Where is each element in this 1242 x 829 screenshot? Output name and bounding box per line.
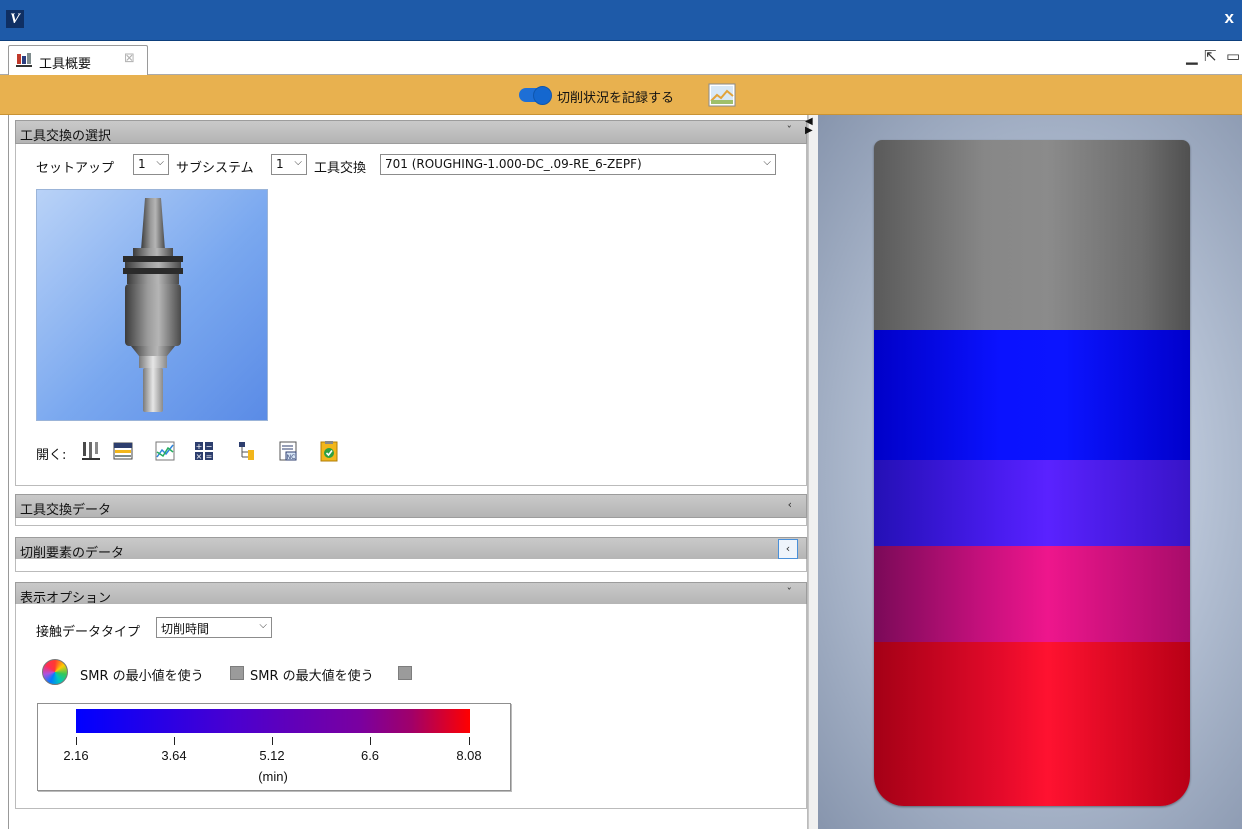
legend-tick — [469, 737, 470, 745]
section-tool-change-data[interactable]: 工具交換データ ‹ — [15, 494, 807, 518]
svg-text:+: + — [196, 442, 203, 451]
record-cutting-toggle[interactable] — [519, 86, 552, 105]
contact-type-value: 切削時間 — [161, 622, 210, 636]
chevron-down-icon: ⌵ — [156, 157, 164, 168]
nc-report-icon[interactable]: NC — [277, 440, 299, 462]
chevron-down-icon: ⌵ — [763, 157, 771, 168]
use-max-checkbox[interactable] — [398, 666, 412, 680]
tool-change-select[interactable]: 701 (ROUGHING-1.000-DC_.09-RE_6-ZEPF) ⌵ — [380, 154, 776, 175]
svg-text:NC: NC — [287, 454, 296, 461]
cylinder-band-mid-low — [874, 460, 1190, 546]
legend-tick-label: 3.64 — [161, 748, 187, 763]
close-window-button[interactable]: x — [1225, 8, 1234, 28]
use-max-label: SMR の最大値を使う — [250, 669, 374, 684]
chart-icon[interactable] — [154, 440, 176, 462]
color-legend: 2.16 3.64 5.12 6.6 8.08 (min) — [37, 703, 511, 791]
section-cutting-element-data[interactable]: 切削要素のデータ ‹ — [15, 537, 807, 561]
section-body — [15, 559, 807, 572]
maximize-icon[interactable]: ▭ — [1226, 47, 1240, 65]
snapshot-icon[interactable] — [708, 83, 736, 107]
3d-viewport[interactable] — [818, 115, 1242, 829]
checklist-icon[interactable] — [318, 440, 340, 462]
tool-preview-image — [36, 189, 268, 421]
tab-label: 工具概要 — [39, 57, 92, 72]
svg-text:−: − — [206, 442, 213, 451]
legend-tick — [76, 737, 77, 745]
setup-select[interactable]: 1 ⌵ — [133, 154, 169, 175]
splitter-arrows-icon[interactable]: ◀ ▶ — [805, 117, 813, 136]
cylinder-band-uncut — [874, 140, 1190, 330]
calculator-icon[interactable]: + −× = — [193, 440, 215, 462]
subsystem-label: サブシステム — [176, 161, 254, 176]
svg-text:=: = — [206, 452, 213, 461]
popout-icon[interactable]: ⇱ — [1204, 47, 1217, 65]
collapse-icon[interactable]: ˇ — [787, 124, 793, 137]
contact-type-select[interactable]: 切削時間 ⌵ — [156, 617, 272, 638]
legend-tick-label: 5.12 — [259, 748, 285, 763]
tool-change-value: 701 (ROUGHING-1.000-DC_.09-RE_6-ZEPF) — [385, 157, 642, 171]
cylinder-band-mid-high — [874, 546, 1190, 642]
section-display-options[interactable]: 表示オプション ˇ — [15, 582, 807, 606]
section-tool-change-selection[interactable]: 工具交換の選択 ˇ — [15, 120, 807, 144]
section-title: 工具交換データ — [20, 503, 112, 518]
record-cutting-label: 切削状況を記録する — [557, 91, 675, 106]
section-body — [15, 518, 807, 526]
cylinder-band-high — [874, 642, 1190, 806]
minimize-icon[interactable]: ▁ — [1186, 47, 1198, 65]
table-icon[interactable] — [112, 440, 134, 462]
legend-tick — [370, 737, 371, 745]
record-cutting-bar: 切削状況を記録する — [0, 75, 1242, 115]
contact-type-label: 接触データタイプ — [36, 625, 141, 640]
section-title: 工具交換の選択 — [20, 129, 112, 144]
setup-value: 1 — [138, 157, 146, 171]
use-min-label: SMR の最小値を使う — [80, 669, 204, 684]
collapse-icon[interactable]: ˇ — [787, 586, 793, 599]
expand-icon[interactable]: ‹ — [778, 539, 798, 559]
tool-contact-cylinder — [874, 140, 1190, 806]
legend-tick — [174, 737, 175, 745]
legend-tick — [272, 737, 273, 745]
chevron-down-icon: ⌵ — [294, 157, 302, 168]
tab-bar: 工具概要 ⊠ ▁ ⇱ ▭ — [0, 41, 1242, 75]
subsystem-select[interactable]: 1 ⌵ — [271, 154, 307, 175]
tool-change-label: 工具交換 — [314, 161, 367, 176]
use-min-checkbox[interactable] — [230, 666, 244, 680]
legend-tick-label: 8.08 — [456, 748, 482, 763]
legend-unit-label: (min) — [258, 769, 288, 784]
chevron-down-icon: ⌵ — [259, 620, 267, 631]
view-controls: ▁ ⇱ ▭ — [1182, 47, 1242, 69]
setup-label: セットアップ — [36, 161, 115, 176]
legend-gradient-bar — [76, 709, 470, 733]
title-bar: V x — [0, 0, 1242, 41]
tree-icon[interactable] — [236, 440, 258, 462]
tool-overview-icon — [16, 53, 32, 67]
color-wheel-icon[interactable] — [42, 659, 68, 685]
panel-splitter[interactable] — [808, 115, 818, 829]
legend-tick-label: 6.6 — [360, 748, 380, 763]
legend-tick-label: 2.16 — [63, 748, 89, 763]
tool-holder-icon[interactable] — [80, 440, 102, 462]
app-logo: V — [6, 10, 24, 28]
tab-close-icon[interactable]: ⊠ — [124, 51, 135, 66]
tool-holder-render — [123, 198, 183, 412]
subsystem-value: 1 — [276, 157, 284, 171]
svg-text:×: × — [196, 452, 203, 461]
open-label: 開く: — [36, 448, 67, 463]
expand-icon[interactable]: ‹ — [788, 498, 792, 511]
cylinder-band-low — [874, 330, 1190, 460]
tab-tool-overview[interactable]: 工具概要 ⊠ — [8, 45, 148, 75]
